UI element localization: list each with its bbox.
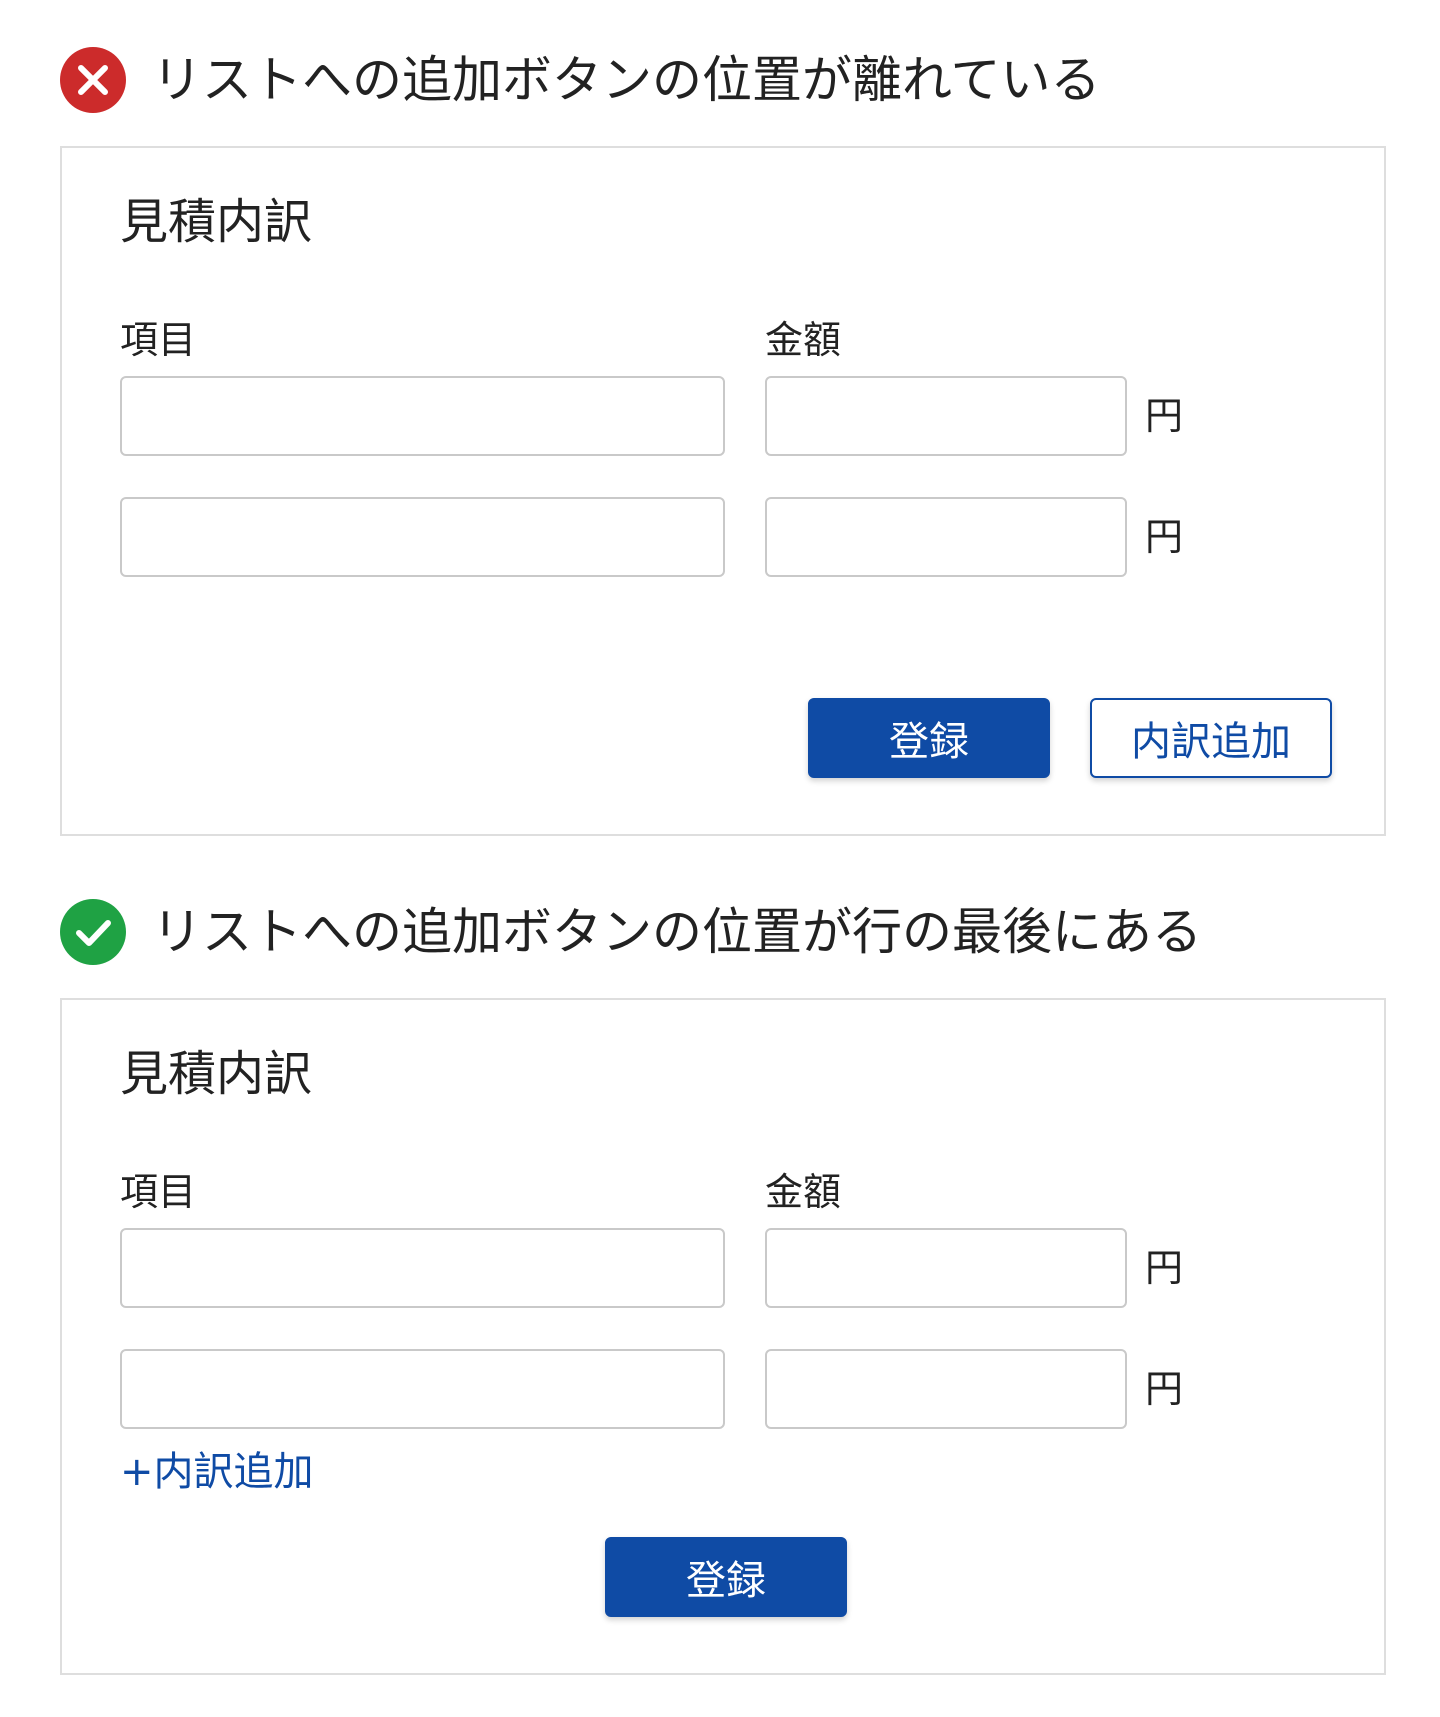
amount-column-label: 金額: [765, 1170, 842, 1214]
yen-unit-label: 円: [1145, 515, 1184, 559]
item-input[interactable]: [120, 1228, 725, 1308]
amount-input[interactable]: [765, 1349, 1127, 1429]
amount-input[interactable]: [765, 497, 1127, 577]
add-breakdown-link[interactable]: +内訳追加: [120, 1446, 314, 1498]
item-input[interactable]: [120, 376, 725, 456]
bad-example-card: 見積内訳 項目 金額 円 円 登録 内訳追加: [60, 146, 1386, 836]
item-input[interactable]: [120, 1349, 725, 1429]
item-column-label: 項目: [120, 318, 197, 362]
submit-button[interactable]: 登録: [808, 698, 1050, 778]
item-column-label: 項目: [120, 1170, 197, 1214]
amount-input[interactable]: [765, 376, 1127, 456]
success-check-icon: [60, 899, 126, 965]
item-input[interactable]: [120, 497, 725, 577]
card-title: 見積内訳: [120, 1046, 313, 1102]
bad-example-heading: リストへの追加ボタンの位置が離れている: [60, 47, 1101, 113]
card-title: 見積内訳: [120, 194, 313, 250]
yen-unit-label: 円: [1145, 1367, 1184, 1411]
good-example-card: 見積内訳 項目 金額 円 円 +内訳追加 登録: [60, 998, 1386, 1675]
amount-input[interactable]: [765, 1228, 1127, 1308]
bad-example-heading-text: リストへの追加ボタンの位置が離れている: [152, 51, 1101, 109]
yen-unit-label: 円: [1145, 394, 1184, 438]
yen-unit-label: 円: [1145, 1246, 1184, 1290]
good-example-heading: リストへの追加ボタンの位置が行の最後にある: [60, 899, 1202, 965]
submit-button[interactable]: 登録: [605, 1537, 847, 1617]
amount-column-label: 金額: [765, 318, 842, 362]
good-example-heading-text: リストへの追加ボタンの位置が行の最後にある: [152, 903, 1202, 961]
error-x-icon: [60, 47, 126, 113]
add-breakdown-button[interactable]: 内訳追加: [1090, 698, 1332, 778]
